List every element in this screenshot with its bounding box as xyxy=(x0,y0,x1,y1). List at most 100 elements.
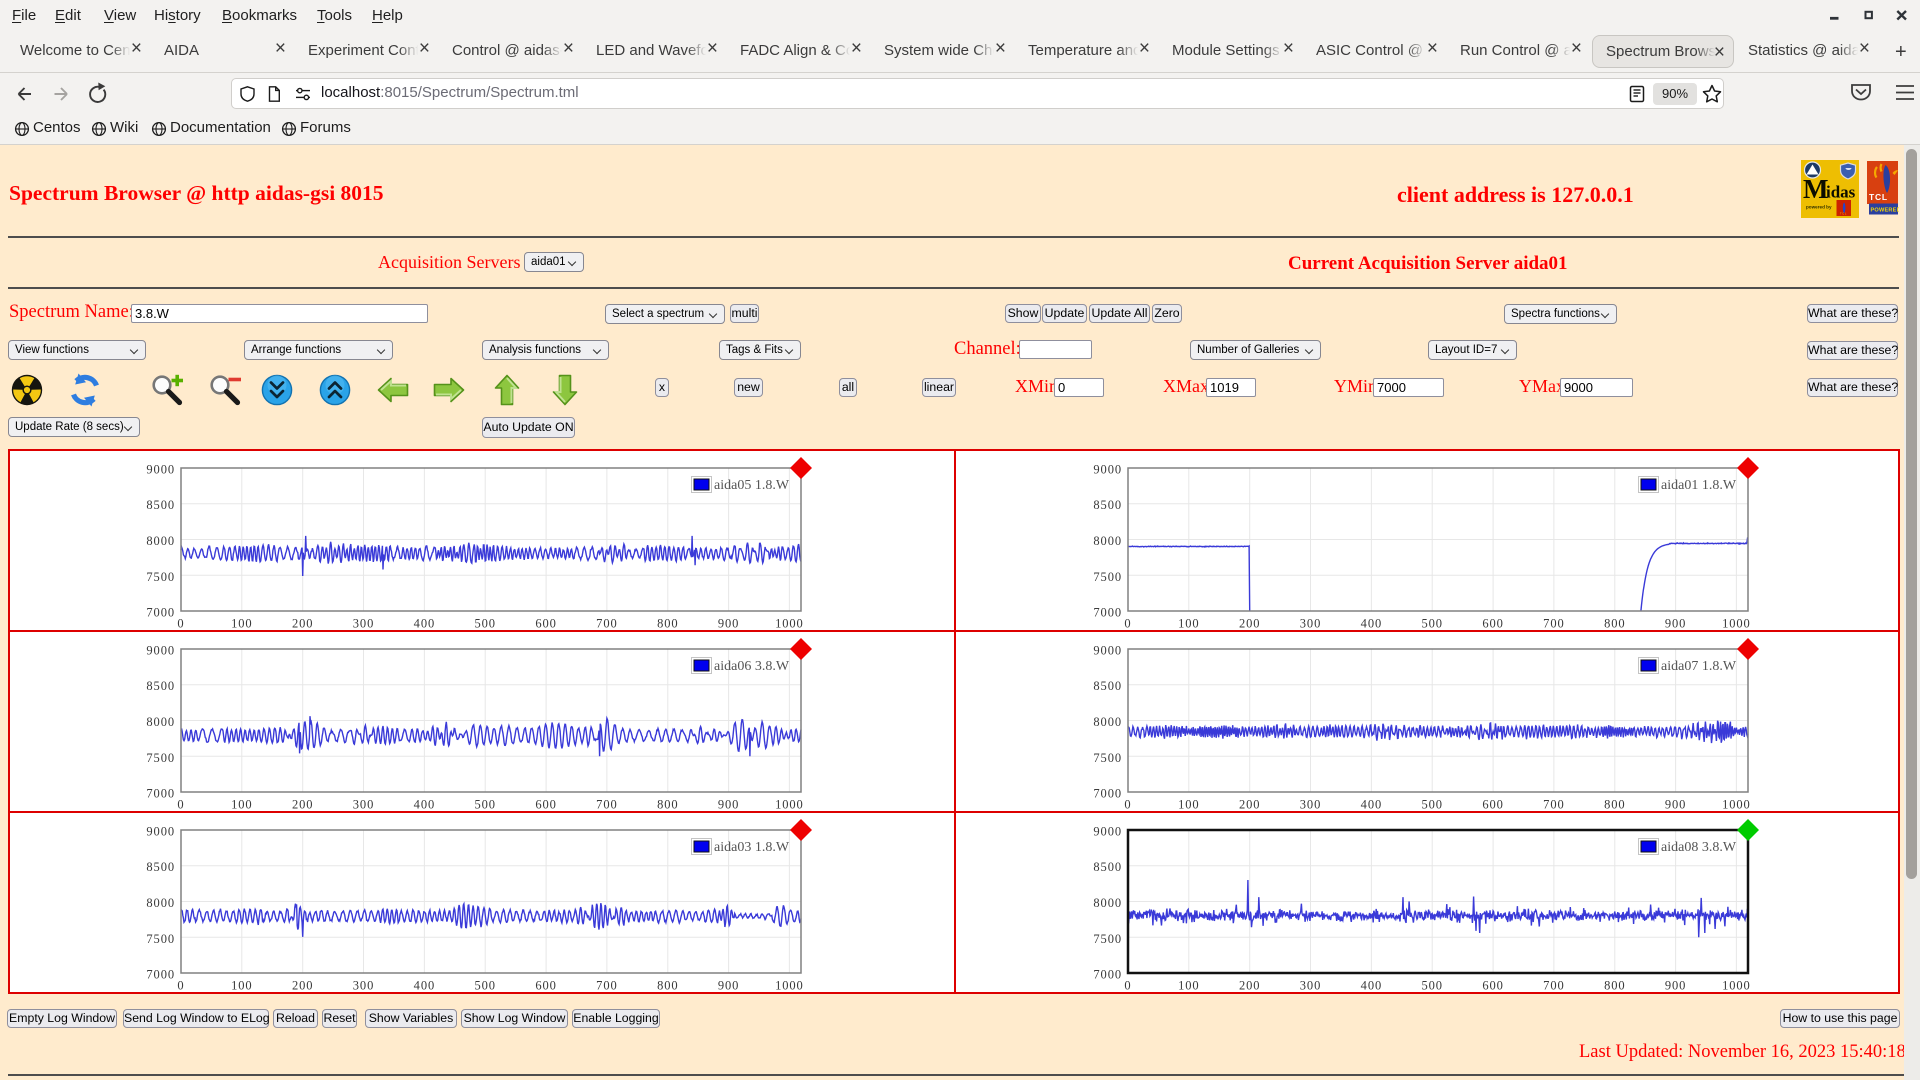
svg-text:8000: 8000 xyxy=(1093,896,1122,910)
svg-text:7000: 7000 xyxy=(146,606,175,620)
svg-text:9000: 9000 xyxy=(1093,825,1122,839)
svg-text:200: 200 xyxy=(292,617,313,631)
svg-text:aida03 1.8.W: aida03 1.8.W xyxy=(714,840,790,855)
svg-text:1000: 1000 xyxy=(1722,798,1751,812)
svg-text:500: 500 xyxy=(474,979,495,993)
svg-text:200: 200 xyxy=(1239,979,1260,993)
svg-text:9000: 9000 xyxy=(1093,463,1122,477)
svg-text:100: 100 xyxy=(231,617,252,631)
svg-text:500: 500 xyxy=(1421,979,1442,993)
svg-text:600: 600 xyxy=(535,979,556,993)
svg-text:7000: 7000 xyxy=(1093,968,1122,982)
svg-text:800: 800 xyxy=(657,617,678,631)
svg-text:100: 100 xyxy=(231,979,252,993)
svg-text:700: 700 xyxy=(596,798,617,812)
svg-text:7500: 7500 xyxy=(1093,570,1122,584)
svg-text:0: 0 xyxy=(177,979,184,993)
svg-text:0: 0 xyxy=(1124,798,1131,812)
svg-text:600: 600 xyxy=(535,798,556,812)
svg-text:aida07 1.8.W: aida07 1.8.W xyxy=(1661,659,1737,674)
svg-text:7500: 7500 xyxy=(1093,751,1122,765)
svg-text:100: 100 xyxy=(1178,798,1199,812)
svg-text:1000: 1000 xyxy=(775,979,804,993)
svg-text:0: 0 xyxy=(1124,617,1131,631)
svg-text:9000: 9000 xyxy=(1093,644,1122,658)
svg-text:600: 600 xyxy=(1482,617,1503,631)
svg-text:powered by: powered by xyxy=(1806,205,1832,210)
svg-text:500: 500 xyxy=(474,617,495,631)
svg-text:aida08 3.8.W: aida08 3.8.W xyxy=(1661,840,1737,855)
svg-text:7500: 7500 xyxy=(1093,932,1122,946)
svg-text:200: 200 xyxy=(1239,617,1260,631)
svg-text:400: 400 xyxy=(414,979,435,993)
svg-text:idas: idas xyxy=(1826,183,1856,202)
svg-text:900: 900 xyxy=(718,979,739,993)
svg-text:TCL: TCL xyxy=(1869,192,1888,202)
svg-text:9000: 9000 xyxy=(146,825,175,839)
svg-text:300: 300 xyxy=(353,979,374,993)
svg-text:700: 700 xyxy=(596,979,617,993)
svg-text:400: 400 xyxy=(414,798,435,812)
svg-text:600: 600 xyxy=(1482,798,1503,812)
svg-text:8500: 8500 xyxy=(1093,498,1122,512)
svg-text:700: 700 xyxy=(1543,617,1564,631)
svg-text:9000: 9000 xyxy=(146,644,175,658)
svg-text:800: 800 xyxy=(1604,617,1625,631)
svg-text:200: 200 xyxy=(292,979,313,993)
svg-text:400: 400 xyxy=(1361,798,1382,812)
svg-text:600: 600 xyxy=(1482,979,1503,993)
svg-text:8000: 8000 xyxy=(146,715,175,729)
svg-text:600: 600 xyxy=(535,617,556,631)
svg-text:8000: 8000 xyxy=(1093,534,1122,548)
svg-text:7500: 7500 xyxy=(146,932,175,946)
svg-text:400: 400 xyxy=(414,617,435,631)
svg-text:300: 300 xyxy=(1300,798,1321,812)
svg-text:7000: 7000 xyxy=(146,968,175,982)
svg-text:100: 100 xyxy=(1178,617,1199,631)
svg-text:500: 500 xyxy=(474,798,495,812)
svg-text:8500: 8500 xyxy=(146,679,175,693)
svg-text:0: 0 xyxy=(177,798,184,812)
svg-text:900: 900 xyxy=(1665,617,1686,631)
svg-text:100: 100 xyxy=(1178,979,1199,993)
svg-text:900: 900 xyxy=(718,798,739,812)
svg-text:7500: 7500 xyxy=(146,570,175,584)
svg-text:aida05 1.8.W: aida05 1.8.W xyxy=(714,478,790,493)
svg-text:9000: 9000 xyxy=(146,463,175,477)
svg-text:900: 900 xyxy=(1665,979,1686,993)
svg-text:500: 500 xyxy=(1421,617,1442,631)
svg-text:900: 900 xyxy=(1665,798,1686,812)
svg-text:400: 400 xyxy=(1361,979,1382,993)
svg-text:300: 300 xyxy=(353,798,374,812)
svg-text:8000: 8000 xyxy=(146,534,175,548)
svg-text:800: 800 xyxy=(1604,979,1625,993)
svg-text:7500: 7500 xyxy=(146,751,175,765)
svg-text:7000: 7000 xyxy=(1093,787,1122,801)
svg-text:1000: 1000 xyxy=(775,617,804,631)
svg-text:8000: 8000 xyxy=(146,896,175,910)
svg-text:M: M xyxy=(1803,174,1828,204)
svg-text:aida01 1.8.W: aida01 1.8.W xyxy=(1661,478,1737,493)
svg-text:800: 800 xyxy=(1604,798,1625,812)
svg-text:300: 300 xyxy=(1300,617,1321,631)
svg-text:0: 0 xyxy=(177,617,184,631)
svg-text:1000: 1000 xyxy=(1722,617,1751,631)
svg-text:POWERED: POWERED xyxy=(1871,208,1900,214)
svg-text:700: 700 xyxy=(1543,979,1564,993)
svg-text:100: 100 xyxy=(231,798,252,812)
svg-text:900: 900 xyxy=(718,617,739,631)
svg-text:7000: 7000 xyxy=(1093,606,1122,620)
svg-text:8500: 8500 xyxy=(1093,860,1122,874)
svg-text:300: 300 xyxy=(1300,979,1321,993)
svg-text:8500: 8500 xyxy=(146,860,175,874)
svg-text:800: 800 xyxy=(657,798,678,812)
svg-text:400: 400 xyxy=(1361,617,1382,631)
svg-text:200: 200 xyxy=(292,798,313,812)
svg-text:8500: 8500 xyxy=(146,498,175,512)
svg-text:500: 500 xyxy=(1421,798,1442,812)
svg-text:aida06 3.8.W: aida06 3.8.W xyxy=(714,659,790,674)
svg-text:700: 700 xyxy=(596,617,617,631)
svg-text:1000: 1000 xyxy=(1722,979,1751,993)
svg-text:300: 300 xyxy=(353,617,374,631)
svg-text:800: 800 xyxy=(657,979,678,993)
